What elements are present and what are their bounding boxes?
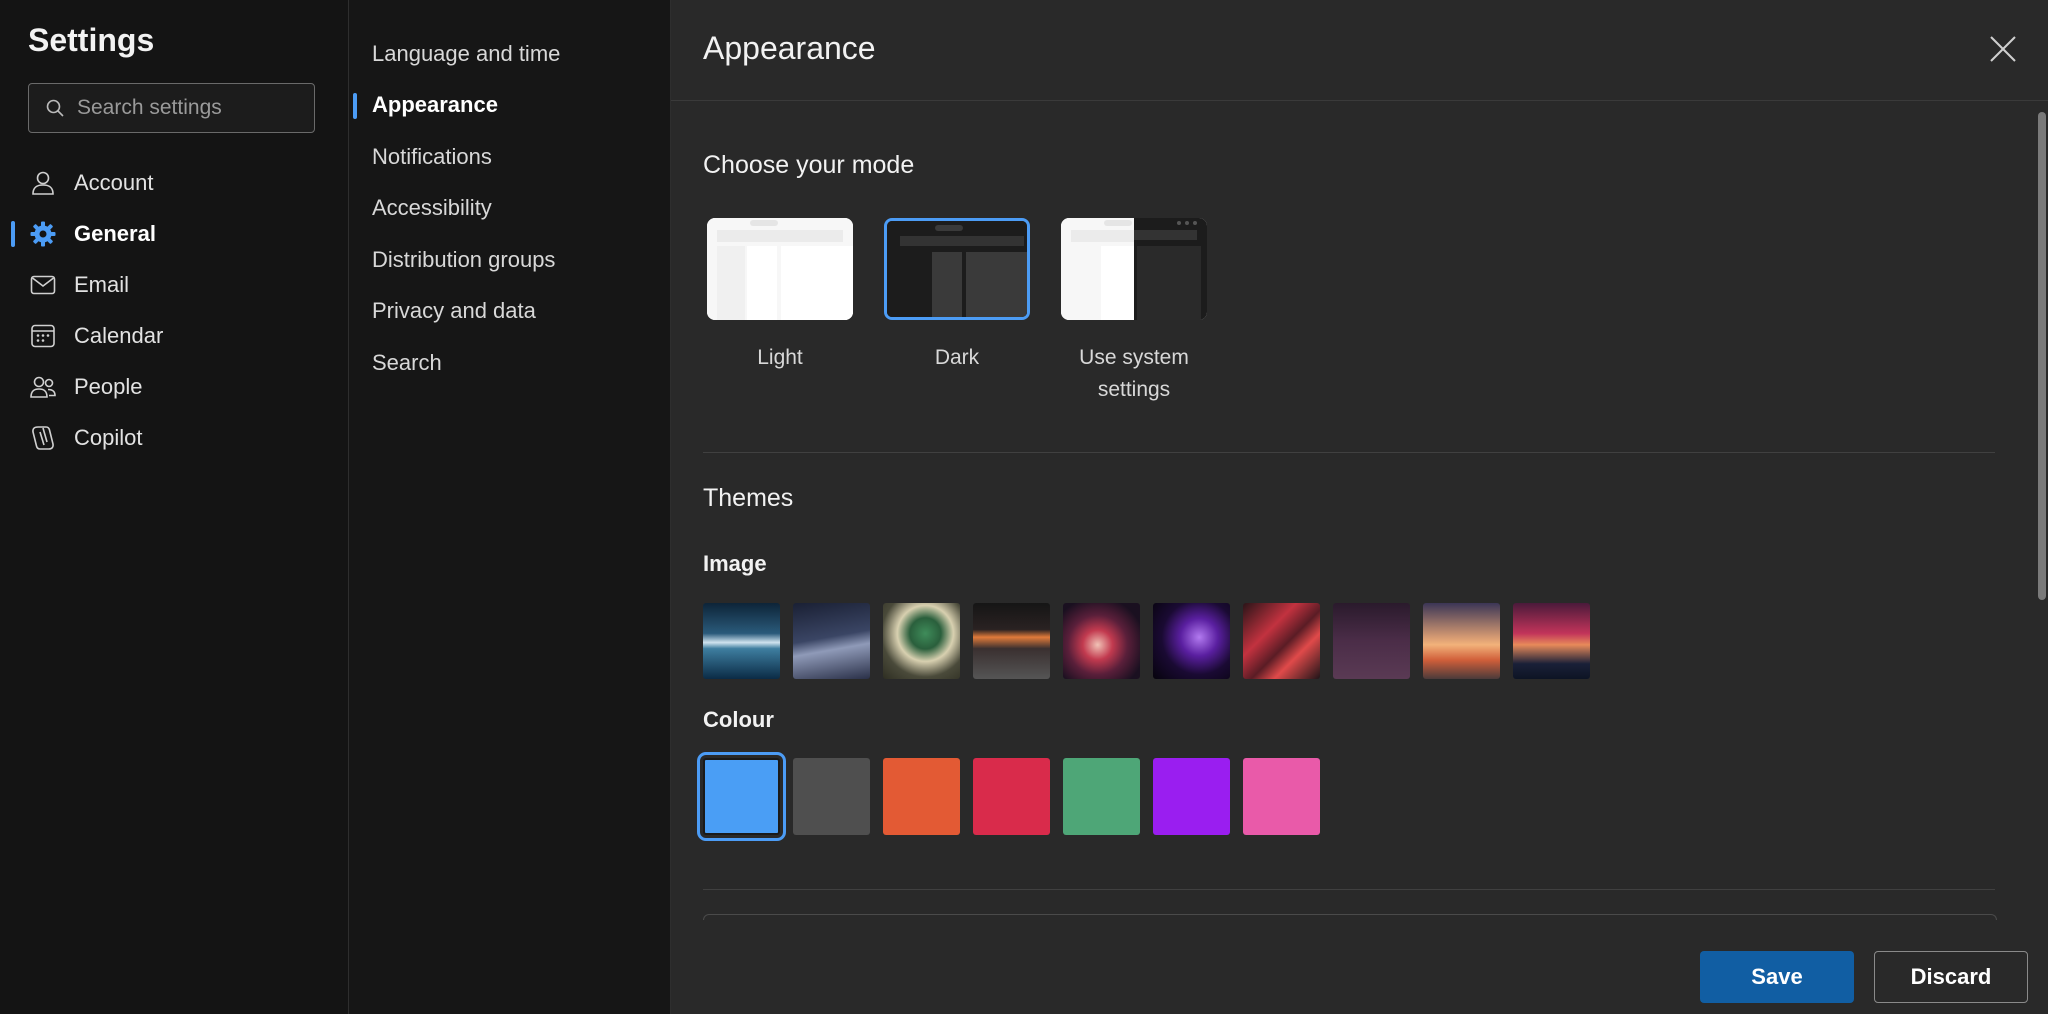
colour-swatch[interactable] — [973, 758, 1050, 835]
colour-themes — [697, 752, 1320, 841]
mode-label: Dark — [934, 346, 980, 369]
theme-image-swirl[interactable] — [1063, 603, 1140, 679]
system-mode-illustration — [1061, 218, 1207, 320]
mail-icon — [30, 275, 56, 295]
dark-mode-illustration — [887, 221, 1027, 317]
subnav-item-label: Appearance — [372, 92, 498, 118]
save-button[interactable]: Save — [1700, 951, 1854, 1003]
nav-item-calendar[interactable]: Calendar — [0, 310, 348, 361]
settings-nav: Account General Email Calendar People Co… — [0, 157, 348, 463]
theme-image-tent[interactable] — [1513, 603, 1590, 679]
nav-item-people[interactable]: People — [0, 361, 348, 412]
colour-swatch[interactable] — [697, 752, 786, 841]
subnav-item-label: Language and time — [372, 40, 561, 66]
subnav-item-accessibility[interactable]: Accessibility — [349, 183, 670, 235]
light-mode-illustration — [707, 218, 853, 320]
search-input[interactable] — [75, 95, 299, 121]
panel-footer: Save Discard — [671, 920, 2048, 1014]
colour-swatch[interactable] — [1063, 758, 1140, 835]
choose-mode-heading: Choose your mode — [703, 151, 915, 179]
scrollbar-thumb[interactable] — [2038, 112, 2046, 600]
mode-option-dark[interactable]: Dark — [881, 218, 1033, 374]
light-mode-preview — [707, 218, 853, 320]
subnav-item-label: Notifications — [372, 143, 492, 169]
nav-item-account[interactable]: Account — [0, 157, 348, 208]
themes-heading: Themes — [703, 484, 794, 512]
person-icon — [32, 171, 54, 195]
colour-swatch[interactable] — [883, 758, 960, 835]
section-divider — [703, 452, 1995, 453]
nav-item-label: General — [74, 220, 156, 246]
calendar-icon — [31, 324, 55, 348]
section-divider — [703, 889, 1995, 890]
panel-header: Appearance — [671, 0, 2048, 101]
gear-icon — [30, 221, 56, 247]
theme-image-purple-hills[interactable] — [1333, 603, 1410, 679]
subnav-item-privacy-and-data[interactable]: Privacy and data — [349, 286, 670, 338]
mode-option-light[interactable]: Light — [704, 218, 856, 374]
subnav-item-label: Privacy and data — [372, 298, 536, 324]
subnav-item-search[interactable]: Search — [349, 337, 670, 389]
theme-image-desert-sunset[interactable] — [1423, 603, 1500, 679]
general-subnav: Language and time Appearance Notificatio… — [349, 0, 671, 1014]
theme-image-red-shapes[interactable] — [1243, 603, 1320, 679]
nav-item-general[interactable]: General — [0, 208, 348, 259]
colour-swatch[interactable] — [793, 758, 870, 835]
subnav-item-label: Accessibility — [372, 195, 492, 221]
colour-label: Colour — [703, 707, 774, 732]
subnav-item-label: Distribution groups — [372, 246, 556, 272]
page-title: Appearance — [703, 30, 876, 66]
nav-item-label: Account — [74, 169, 154, 195]
subnav-item-label: Search — [372, 349, 442, 375]
colour-swatch[interactable] — [1153, 758, 1230, 835]
colour-swatch[interactable] — [1243, 758, 1320, 835]
image-themes — [703, 603, 1590, 679]
nav-item-label: Calendar — [74, 322, 164, 348]
mode-label: Light — [757, 346, 803, 369]
close-icon[interactable] — [1988, 34, 2018, 64]
nav-item-copilot[interactable]: Copilot — [0, 412, 348, 463]
nav-item-label: Copilot — [74, 424, 143, 450]
subnav-item-notifications[interactable]: Notifications — [349, 131, 670, 183]
search-box[interactable] — [28, 83, 315, 133]
system-mode-preview — [1061, 218, 1207, 320]
discard-button[interactable]: Discard — [1874, 951, 2028, 1003]
appearance-panel: Appearance Choose your mode Light Dark U… — [671, 0, 2048, 1014]
copilot-icon — [32, 426, 54, 450]
image-label: Image — [703, 551, 767, 576]
settings-title: Settings — [28, 22, 155, 58]
subnav-item-distribution-groups[interactable]: Distribution groups — [349, 234, 670, 286]
search-icon — [46, 99, 64, 117]
theme-image-leaf[interactable] — [883, 603, 960, 679]
subnav-item-appearance[interactable]: Appearance — [349, 80, 670, 132]
theme-image-planet[interactable] — [1153, 603, 1230, 679]
subnav-item-language-and-time[interactable]: Language and time — [349, 28, 670, 80]
nav-item-email[interactable]: Email — [0, 259, 348, 310]
theme-image-volcano[interactable] — [973, 603, 1050, 679]
nav-item-label: People — [74, 373, 143, 399]
mode-option-system[interactable]: Use system settings — [1058, 218, 1210, 406]
dark-mode-preview — [884, 218, 1030, 320]
theme-image-mountain-lake[interactable] — [703, 603, 780, 679]
settings-sidebar: Settings Account — [0, 0, 349, 1014]
theme-image-dunes[interactable] — [793, 603, 870, 679]
nav-item-label: Email — [74, 271, 130, 297]
mode-label: Use system settings — [1079, 346, 1189, 401]
people-icon — [30, 376, 56, 398]
